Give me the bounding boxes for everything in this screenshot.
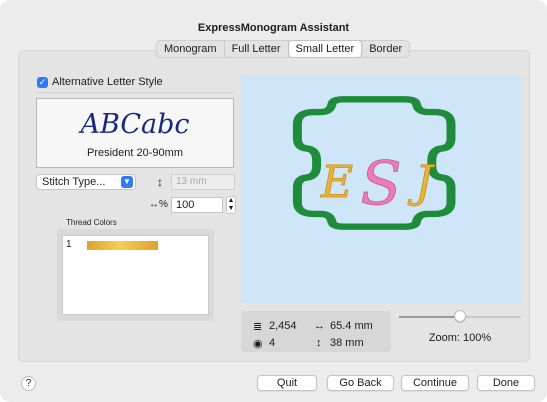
monogram-letter-right: J <box>407 157 435 208</box>
chevron-down-icon: ▼ <box>121 176 133 188</box>
tab-bar: Monogram Full Letter Small Letter Border <box>156 40 411 58</box>
font-preview-sample: ABCabc <box>80 109 190 140</box>
monogram-letter-left: E <box>320 157 353 208</box>
design-height: 38 mm <box>330 337 364 349</box>
design-stats: ≣ 2,454 ◉ 4 ↔ 65.4 mm ↕ 38 mm <box>241 311 391 352</box>
width-icon: ↔ <box>314 320 325 332</box>
thread-colors-label: Thread Colors <box>66 218 117 227</box>
tab-monogram[interactable]: Monogram <box>157 41 225 57</box>
done-button[interactable]: Done <box>477 375 535 391</box>
divider <box>36 92 234 93</box>
color-count: 4 <box>269 337 276 349</box>
height-icon: ↕ <box>157 175 163 189</box>
monogram-preview-canvas[interactable]: E S J <box>241 75 522 303</box>
zoom-slider-fill <box>399 316 460 318</box>
percent-stepper[interactable]: ▲ ▼ <box>226 196 236 214</box>
stitch-count: 2,454 <box>269 320 297 332</box>
zoom-label: Zoom: 100% <box>428 332 492 344</box>
tab-border[interactable]: Border <box>362 41 409 57</box>
stitch-type-dropdown[interactable]: Stitch Type... ▼ <box>36 174 136 190</box>
font-preview[interactable]: ABCabc President 20-90mm <box>36 98 234 168</box>
alternative-style-checkbox[interactable]: ✓ <box>37 77 48 88</box>
font-name: President 20-90mm <box>87 147 183 159</box>
thread-number: 1 <box>66 239 72 250</box>
zoom-slider-knob[interactable] <box>454 310 466 322</box>
palette-icon: ◉ <box>253 338 263 350</box>
width-percent-icon: ↔% <box>149 199 168 210</box>
stitch-count-icon: ≣ <box>253 321 263 333</box>
go-back-button[interactable]: Go Back <box>327 375 394 391</box>
percent-input[interactable]: 100 <box>171 197 223 213</box>
monogram-preview: E S J <box>292 96 456 230</box>
window-title: ExpressMonogram Assistant <box>197 22 350 34</box>
tab-full-letter[interactable]: Full Letter <box>225 41 289 57</box>
dialog-window: ExpressMonogram Assistant Monogram Full … <box>0 0 547 402</box>
continue-button[interactable]: Continue <box>401 375 469 391</box>
thread-color-list: 1 <box>62 235 209 315</box>
quit-button[interactable]: Quit <box>257 375 317 391</box>
height-field: 13 mm <box>171 174 235 190</box>
design-width: 65.4 mm <box>330 320 373 332</box>
help-button[interactable]: ? <box>21 376 36 391</box>
stitch-type-label: Stitch Type... <box>42 176 106 188</box>
alternative-style-label[interactable]: Alternative Letter Style <box>52 76 163 88</box>
thread-color-swatch[interactable] <box>87 241 158 250</box>
monogram-letter-center: S <box>360 149 401 219</box>
tab-small-letter[interactable]: Small Letter <box>288 41 363 57</box>
thread-colors-panel: 1 <box>57 229 214 321</box>
height-icon: ↕ <box>316 337 322 349</box>
